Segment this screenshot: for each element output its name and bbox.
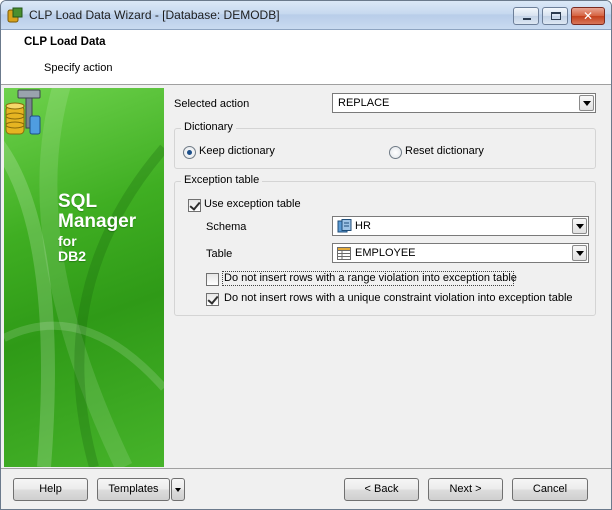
banner-line-for: for (58, 233, 77, 249)
step-title: CLP Load Data (24, 36, 106, 48)
app-icon (7, 7, 23, 23)
banner-swirls (4, 88, 164, 467)
cancel-button-label: Cancel (532, 483, 568, 495)
selected-action-label: Selected action (174, 98, 250, 110)
range-violation-label[interactable]: Do not insert rows with a range violatio… (224, 272, 517, 284)
schema-icon (337, 219, 352, 233)
unique-violation-checkbox[interactable] (206, 293, 219, 306)
close-button[interactable]: ✕ (571, 7, 605, 25)
dictionary-group: Dictionary Keep dictionary Reset diction… (174, 121, 596, 169)
banner-line-db2: DB2 (58, 248, 87, 264)
product-banner: SQL Manager for DB2 (4, 88, 164, 467)
dictionary-group-title: Dictionary (181, 121, 236, 133)
use-exception-table-checkbox[interactable] (188, 199, 201, 212)
step-subtitle: Specify action (44, 62, 113, 74)
table-icon (337, 247, 351, 260)
selected-action-value: REPLACE (338, 97, 390, 109)
selected-action-select[interactable]: REPLACE (332, 93, 596, 113)
close-icon: ✕ (582, 9, 594, 23)
help-button-label: Help (39, 483, 62, 495)
exception-table-group-title: Exception table (181, 174, 263, 186)
schema-label: Schema (206, 221, 247, 233)
table-select[interactable]: EMPLOYEE (332, 243, 589, 263)
table-label: Table (206, 248, 233, 260)
next-button-label: Next > (449, 483, 482, 495)
chevron-down-icon[interactable] (572, 218, 587, 234)
templates-button[interactable]: Templates (97, 478, 170, 501)
range-violation-checkbox[interactable] (206, 273, 219, 286)
schema-select[interactable]: HR (332, 216, 589, 236)
minimize-button[interactable] (513, 7, 539, 25)
reset-dictionary-radio[interactable] (389, 146, 402, 159)
cancel-button[interactable]: Cancel (512, 478, 588, 501)
templates-button-label: Templates (108, 483, 159, 495)
exception-table-group: Exception table Use exception table Sche… (174, 174, 596, 316)
use-exception-table-label[interactable]: Use exception table (204, 198, 301, 210)
sql-manager-logo (5, 89, 41, 135)
window-title: CLP Load Data Wizard - [Database: DEMODB… (29, 8, 280, 22)
wizard-content: Selected action REPLACE Dictionary Keep … (164, 88, 609, 467)
keep-dictionary-radio[interactable] (183, 146, 196, 159)
title-bar[interactable]: CLP Load Data Wizard - [Database: DEMODB… (1, 1, 611, 30)
schema-value: HR (355, 220, 371, 232)
back-button-label: < Back (364, 483, 399, 495)
banner-line-sql: SQL (58, 191, 98, 212)
maximize-button[interactable] (542, 7, 568, 25)
help-button[interactable]: Help (13, 478, 88, 501)
templates-dropdown-button[interactable] (171, 478, 185, 501)
next-button[interactable]: Next > (428, 478, 503, 501)
chevron-down-icon[interactable] (579, 95, 594, 111)
maximize-icon (551, 12, 561, 20)
wizard-window: CLP Load Data Wizard - [Database: DEMODB… (0, 0, 612, 510)
table-value: EMPLOYEE (355, 247, 416, 259)
keep-dictionary-label[interactable]: Keep dictionary (199, 145, 275, 157)
footer-divider (1, 468, 611, 469)
reset-dictionary-label[interactable]: Reset dictionary (405, 145, 484, 157)
banner-line-manager: Manager (58, 211, 137, 232)
minimize-icon (523, 18, 531, 20)
chevron-down-icon[interactable] (572, 245, 587, 261)
back-button[interactable]: < Back (344, 478, 419, 501)
unique-violation-label[interactable]: Do not insert rows with a unique constra… (224, 292, 573, 304)
wizard-header: CLP Load Data Specify action (1, 30, 611, 85)
